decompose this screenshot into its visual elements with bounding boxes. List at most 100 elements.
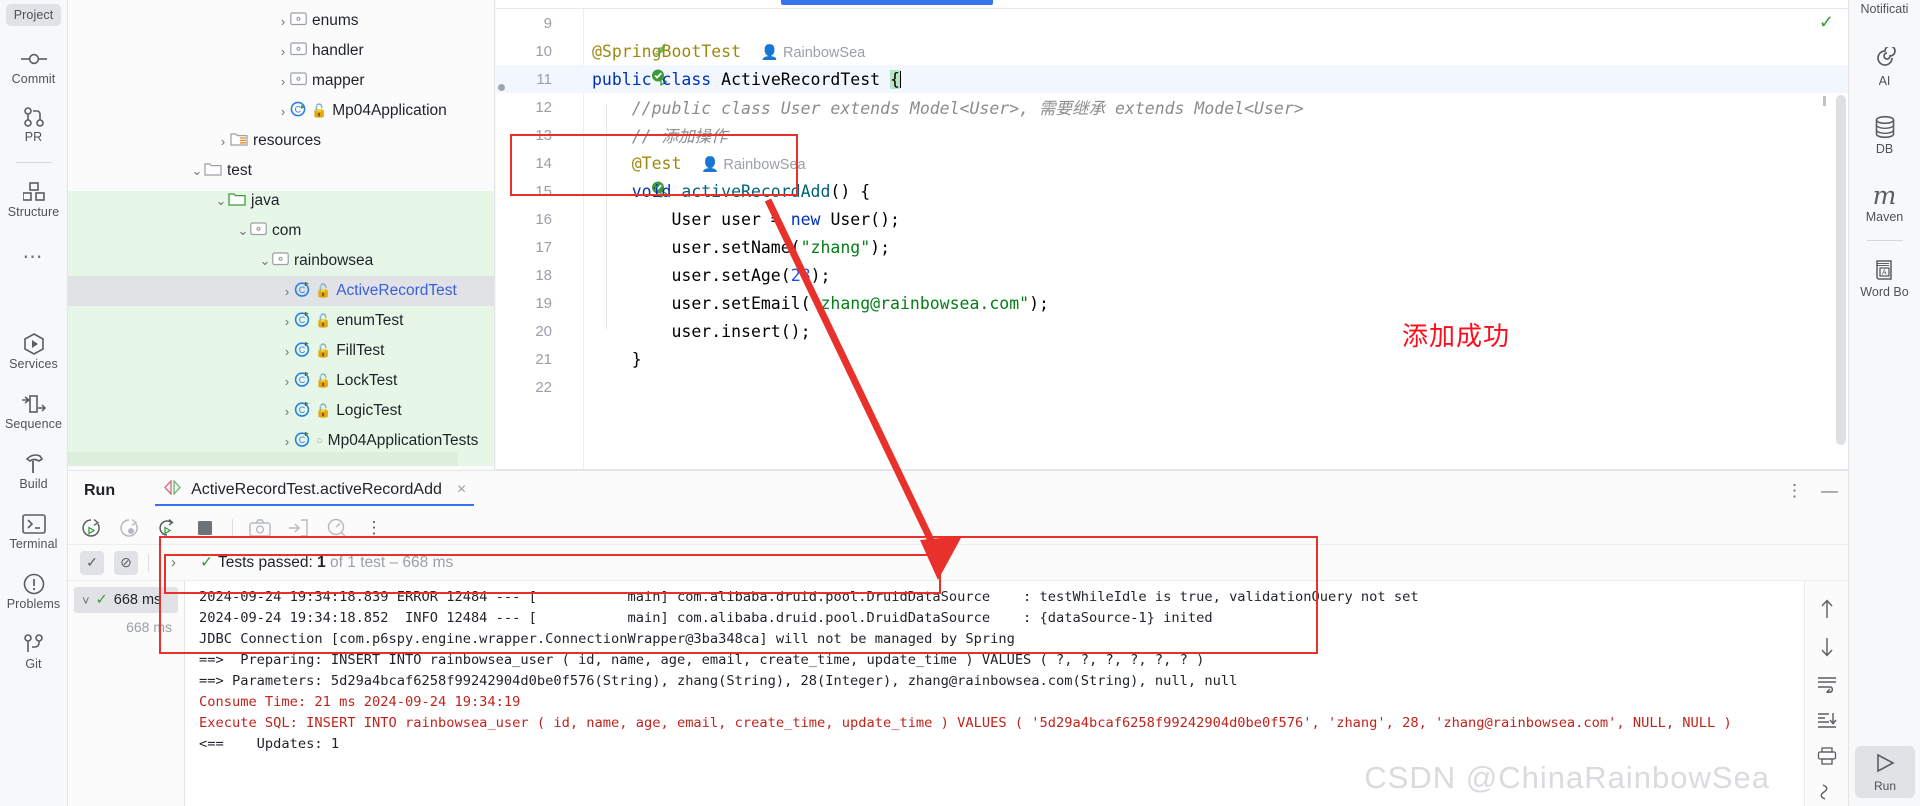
toggle-icon[interactable] <box>325 517 347 539</box>
chevron-down-icon[interactable]: ⌄ <box>236 223 250 239</box>
project-tree[interactable]: › enums › handler › mapper <box>68 0 495 470</box>
rerun-with-coverage-icon[interactable] <box>156 517 178 539</box>
tree-node-mp04applicationtests[interactable]: › C ○ Mp04ApplicationTests <box>68 426 494 456</box>
sidebar-item-notifications[interactable]: Notificati <box>1850 2 1920 16</box>
tree-node-logictest[interactable]: › C 🔓 LogicTest <box>68 396 494 426</box>
show-ignored-filter-button[interactable]: ⊘ <box>114 551 138 575</box>
show-passed-filter-button[interactable]: ✓ <box>80 551 104 575</box>
chevron-right-icon[interactable]: › <box>276 74 290 89</box>
line-number: 14 <box>496 155 552 172</box>
sidebar-item-ai[interactable]: AI <box>1850 46 1920 88</box>
tree-node-handler[interactable]: › handler <box>68 36 494 66</box>
chevron-right-icon[interactable]: › <box>276 44 290 59</box>
more-vertical-icon[interactable]: ⋮ <box>363 517 385 539</box>
expand-chevron-icon[interactable]: › <box>171 554 176 571</box>
svg-text:A: A <box>1882 270 1887 277</box>
sidebar-item-structure[interactable]: Structure <box>4 181 64 219</box>
chevron-right-icon[interactable]: › <box>276 14 290 29</box>
tree-node-filltest[interactable]: › C 🔓 FillTest <box>68 336 494 366</box>
test-class-icon: C <box>294 281 311 302</box>
chevron-right-icon[interactable]: › <box>280 374 294 389</box>
chevron-right-icon[interactable]: › <box>280 344 294 359</box>
package-folder-icon <box>272 251 289 271</box>
tree-node-test[interactable]: ⌄ test <box>68 156 494 186</box>
close-icon[interactable]: × <box>457 481 466 499</box>
word-book-icon: A <box>1874 257 1896 283</box>
scroll-down-icon[interactable] <box>1819 637 1835 657</box>
console-output[interactable]: 2024-09-24 19:34:18.839 ERROR 12484 --- … <box>184 581 1848 806</box>
screenshot-icon[interactable] <box>249 517 271 539</box>
tree-node-label: Mp04ApplicationTests <box>328 432 479 450</box>
chevron-down-icon[interactable]: ⌄ <box>214 193 228 209</box>
tree-node-locktest[interactable]: › C 🔓 LockTest <box>68 366 494 396</box>
tree-node-enumtest[interactable]: › C 🔓 enumTest <box>68 306 494 336</box>
sidebar-item-pr[interactable]: PR <box>4 106 64 144</box>
code-text: @SpringBootTest 👤 RainbowSea <box>584 42 865 61</box>
chevron-right-icon[interactable]: › <box>280 314 294 329</box>
rerun-failed-icon[interactable] <box>118 517 140 539</box>
sidebar-item-more[interactable]: ⋯ <box>4 245 64 267</box>
sidebar-item-label: Services <box>9 357 58 371</box>
tree-node-resources[interactable]: › resources <box>68 126 494 156</box>
tree-node-activerecordtest[interactable]: › C 🔓 ActiveRecordTest <box>68 276 494 306</box>
sidebar-item-terminal[interactable]: Terminal <box>4 513 64 551</box>
chevron-down-icon[interactable]: ⌄ <box>190 163 204 179</box>
sidebar-item-commit[interactable]: Commit <box>4 48 64 86</box>
sidebar-item-maven[interactable]: m Maven <box>1850 182 1920 224</box>
tree-node-label: handler <box>312 42 364 60</box>
more-vertical-icon[interactable]: ⋮ <box>1786 481 1803 501</box>
chevron-down-icon[interactable]: ˅ <box>82 593 90 608</box>
sidebar-item-git[interactable]: Git <box>4 633 64 671</box>
sidebar-item-word-book[interactable]: A Word Bo <box>1850 257 1920 299</box>
tree-node-com[interactable]: ⌄ com <box>68 216 494 246</box>
run-button[interactable]: Run <box>1855 746 1915 798</box>
unlock-icon: 🔓 <box>315 373 331 389</box>
minimize-icon[interactable]: — <box>1821 481 1838 501</box>
build-hammer-icon <box>22 453 46 475</box>
code-token: user.insert(); <box>584 322 811 341</box>
code-token: ); <box>1029 294 1049 313</box>
breakpoint-dot-icon[interactable] <box>498 84 505 91</box>
chevron-right-icon[interactable]: › <box>280 284 294 299</box>
export-icon[interactable] <box>287 517 309 539</box>
scroll-up-icon[interactable] <box>1819 599 1835 619</box>
tree-node-rainbowsea[interactable]: ⌄ rainbowsea <box>68 246 494 276</box>
code-token: ); <box>870 238 890 257</box>
chevron-right-icon[interactable]: › <box>216 134 230 149</box>
runnable-class-icon: C <box>290 101 307 122</box>
code-editor[interactable]: ✓ 9 10 @SpringBootTest 👤 RainbowSea 11 <box>496 0 1848 470</box>
sidebar-item-project[interactable]: Project <box>6 4 62 26</box>
indexing-progress-bar <box>781 0 993 5</box>
code-line: 12 //public class User extends Model<Use… <box>496 93 1848 121</box>
run-configuration-tab[interactable]: ActiveRecordTest.activeRecordAdd × <box>155 476 474 506</box>
stop-icon[interactable] <box>194 517 216 539</box>
code-text: User user = new User(); <box>584 210 900 229</box>
chevron-right-icon[interactable]: › <box>276 104 290 119</box>
sidebar-item-sequence[interactable]: Sequence <box>4 393 64 431</box>
code-token: } <box>584 350 642 369</box>
tree-node-enums[interactable]: › enums <box>68 6 494 36</box>
test-tree-row[interactable]: ˅ ✓ 668 ms <box>74 587 178 613</box>
tree-node-mapper[interactable]: › mapper <box>68 66 494 96</box>
brace-token: { <box>890 70 900 89</box>
chevron-down-icon[interactable]: ⌄ <box>258 253 272 269</box>
sidebar-item-db[interactable]: DB <box>1850 114 1920 156</box>
chevron-right-icon[interactable]: › <box>280 434 294 449</box>
test-tree[interactable]: ˅ ✓ 668 ms 668 ms <box>68 581 184 806</box>
line-number: 12 <box>496 99 552 116</box>
tree-node-label: Mp04Application <box>332 102 447 120</box>
tree-node-java[interactable]: ⌄ java <box>68 186 494 216</box>
console-line: Execute SQL: INSERT INTO rainbowsea_user… <box>185 713 1848 734</box>
run-tool-window[interactable]: Run ActiveRecordTest.activeRecordAdd × ⋮… <box>68 470 1848 806</box>
scroll-to-end-icon[interactable] <box>1817 711 1837 729</box>
sidebar-item-services[interactable]: Services <box>4 333 64 371</box>
chevron-right-icon[interactable]: › <box>280 404 294 419</box>
print-icon[interactable] <box>1817 747 1837 765</box>
rerun-icon[interactable] <box>80 517 102 539</box>
tree-node-mp04application[interactable]: › C 🔓 Mp04Application <box>68 96 494 126</box>
sidebar-item-build[interactable]: Build <box>4 453 64 491</box>
sidebar-item-problems[interactable]: Problems <box>4 573 64 611</box>
soft-wrap-icon[interactable] <box>1817 675 1837 693</box>
clear-icon[interactable] <box>1819 783 1835 801</box>
rail-divider <box>16 162 52 163</box>
